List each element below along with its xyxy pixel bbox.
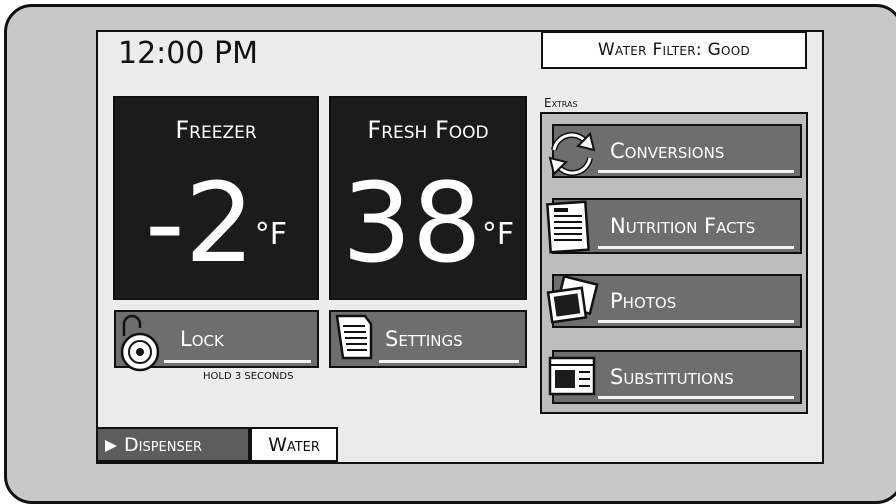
nutrition-facts-icon bbox=[546, 200, 590, 254]
freezer-label: Freezer bbox=[175, 116, 257, 144]
water-filter-status: Water Filter: Good bbox=[541, 31, 807, 69]
lock-hold-hint: HOLD 3 SECONDS bbox=[203, 371, 294, 382]
dispenser-label: Dispenser bbox=[124, 433, 202, 456]
fresh-food-label: Fresh Food bbox=[367, 116, 489, 144]
substitutions-label: Substitutions bbox=[610, 365, 734, 389]
extras-title: Extras bbox=[544, 96, 578, 110]
freezer-temp-panel[interactable]: Freezer -2°F bbox=[113, 96, 319, 300]
freezer-unit: °F bbox=[254, 217, 287, 252]
clock: 12:00 PM bbox=[118, 36, 258, 71]
settings-button-bar bbox=[379, 360, 519, 363]
nutrition-facts-label: Nutrition Facts bbox=[610, 214, 756, 238]
lock-icon bbox=[120, 314, 160, 372]
conversions-bar bbox=[598, 170, 794, 173]
fresh-food-temp-value: 38°F bbox=[341, 159, 515, 287]
nutrition-facts-bar bbox=[598, 246, 794, 249]
water-label: Water bbox=[268, 433, 320, 456]
photos-label: Photos bbox=[610, 289, 677, 313]
fresh-food-temp-panel[interactable]: Fresh Food 38°F bbox=[329, 96, 527, 300]
water-tab[interactable]: Water bbox=[250, 427, 338, 462]
dispenser-tab[interactable]: Dispenser bbox=[96, 427, 250, 462]
photos-icon bbox=[546, 274, 599, 324]
conversions-icon bbox=[548, 132, 596, 176]
settings-icon bbox=[335, 314, 373, 360]
fresh-food-unit: °F bbox=[481, 217, 515, 252]
settings-label: Settings bbox=[385, 327, 463, 351]
substitutions-icon bbox=[548, 356, 596, 396]
play-triangle-icon bbox=[105, 440, 117, 452]
conversions-label: Conversions bbox=[610, 139, 725, 163]
freezer-temp-value: -2°F bbox=[145, 159, 287, 287]
lock-button-bar bbox=[164, 360, 311, 363]
lock-label: Lock bbox=[180, 327, 224, 351]
photos-bar bbox=[598, 320, 794, 323]
substitutions-bar bbox=[598, 396, 794, 399]
